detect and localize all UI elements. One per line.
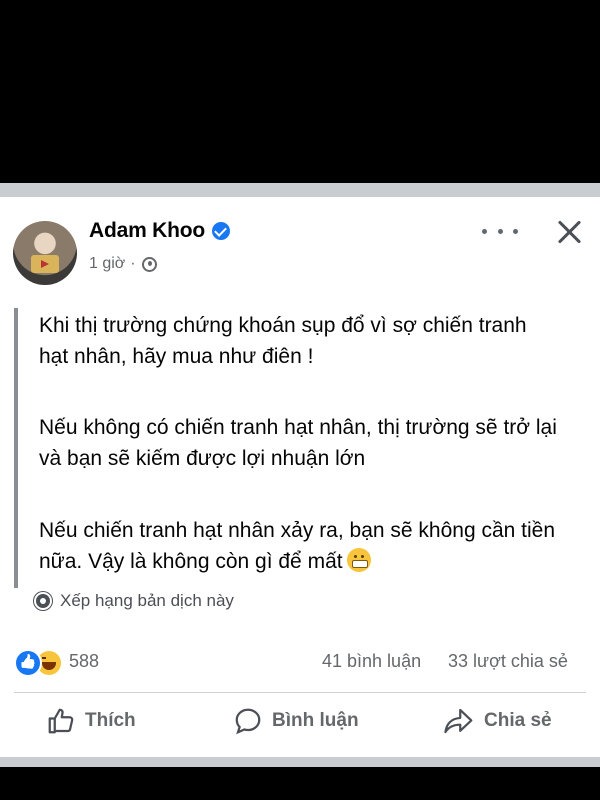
post-meta: 1 giờ ·	[89, 255, 157, 273]
comment-label: Bình luận	[272, 710, 359, 731]
rate-translation-label: Xếp hạng bản dịch này	[60, 591, 234, 610]
thumbs-up-icon	[48, 708, 74, 734]
more-icon-dot	[497, 228, 503, 234]
more-icon-dot	[513, 228, 518, 234]
share-button[interactable]: Chia sẻ	[443, 705, 552, 737]
post-paragraph-3: Nếu chiến tranh hạt nhân xảy ra, bạn sẽ …	[39, 515, 579, 577]
comments-count[interactable]: 41 bình luận	[322, 651, 421, 672]
meta-separator: ·	[130, 255, 136, 272]
like-button[interactable]: Thích	[46, 705, 136, 737]
reaction-summary: 588 41 bình luận 33 lượt chia sẻ	[0, 647, 600, 677]
post-paragraph-1: Khi thị trường chứng khoán sụp đổ vì sợ …	[39, 314, 527, 368]
author-row: Adam Khoo	[89, 219, 231, 243]
play-button-plaque-icon	[31, 255, 59, 273]
actions-divider	[14, 692, 586, 693]
share-label: Chia sẻ	[484, 710, 552, 731]
more-options-button[interactable]	[482, 219, 518, 243]
post-paragraph-2: Nếu không có chiến tranh hạt nhân, thị t…	[39, 416, 557, 470]
bottom-separator	[0, 757, 600, 767]
shares-count[interactable]: 33 lượt chia sẻ	[448, 651, 568, 672]
gear-icon	[36, 594, 50, 608]
post-card: Adam Khoo 1 giờ · Khi thị trường chứng k…	[0, 197, 600, 757]
globe-icon	[141, 256, 157, 272]
more-icon-dot	[482, 228, 487, 234]
reaction-count[interactable]: 588	[69, 651, 99, 672]
grimace-emoji-icon	[346, 548, 371, 572]
share-icon	[444, 708, 473, 734]
post-paragraph-3-text: Nếu chiến tranh hạt nhân xảy ra, bạn sẽ …	[39, 519, 556, 573]
top-black-area	[0, 0, 600, 183]
like-reaction-icon[interactable]	[14, 649, 42, 677]
post-text-block: Khi thị trường chứng khoán sụp đổ vì sợ …	[14, 308, 584, 588]
top-separator	[0, 183, 600, 197]
close-icon[interactable]	[554, 217, 584, 247]
bottom-black-area	[0, 767, 600, 800]
author-avatar[interactable]	[13, 221, 77, 285]
comment-icon	[235, 708, 261, 735]
verified-icon	[212, 222, 231, 240]
post-time[interactable]: 1 giờ	[89, 255, 125, 273]
author-name[interactable]: Adam Khoo	[89, 219, 205, 243]
comment-button[interactable]: Bình luận	[233, 705, 359, 737]
like-label: Thích	[85, 710, 136, 731]
rate-translation-link[interactable]: Xếp hạng bản dịch này	[36, 591, 234, 611]
